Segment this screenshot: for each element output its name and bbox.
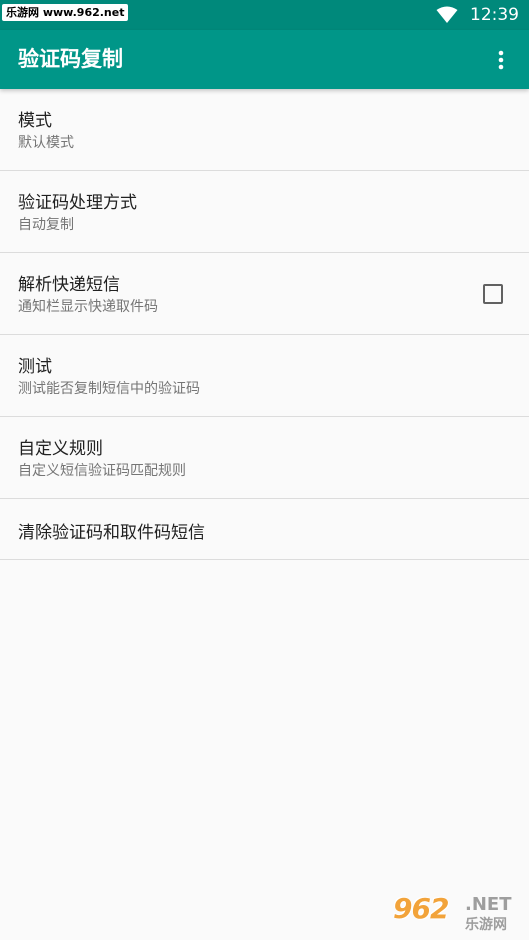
pref-title: 清除验证码和取件码短信 <box>18 523 205 543</box>
pref-title: 模式 <box>18 111 52 131</box>
pref-test[interactable]: 测试 测试能否复制短信中的验证码 <box>0 335 529 417</box>
preference-list: 模式 默认模式 验证码处理方式 自动复制 解析快递短信 通知栏显示快递取件码 测… <box>0 89 529 560</box>
watermark-bottom: 962 .NET 乐游网 <box>393 892 523 933</box>
watermark-top: 乐游网 www.962.net <box>2 4 129 21</box>
app-bar: 验证码复制 <box>0 30 529 89</box>
watermark-suffix: .NET <box>465 894 512 915</box>
pref-title: 解析快递短信 <box>18 275 120 295</box>
app-title: 验证码复制 <box>18 47 123 71</box>
pref-summary: 自动复制 <box>18 217 74 233</box>
pref-title: 测试 <box>18 357 52 377</box>
pref-custom-rules[interactable]: 自定义规则 自定义短信验证码匹配规则 <box>0 417 529 499</box>
pref-clear-sms[interactable]: 清除验证码和取件码短信 <box>0 499 529 560</box>
clock: 12:39 <box>470 5 519 25</box>
pref-summary: 自定义短信验证码匹配规则 <box>18 463 186 479</box>
overflow-menu-button[interactable] <box>481 40 521 80</box>
pref-summary: 测试能否复制短信中的验证码 <box>18 381 200 397</box>
pref-title: 验证码处理方式 <box>18 193 137 213</box>
pref-mode[interactable]: 模式 默认模式 <box>0 89 529 171</box>
wifi-icon <box>436 6 458 23</box>
pref-summary: 通知栏显示快递取件码 <box>18 299 158 315</box>
pref-parse-express-sms[interactable]: 解析快递短信 通知栏显示快递取件码 <box>0 253 529 335</box>
pref-code-handling[interactable]: 验证码处理方式 自动复制 <box>0 171 529 253</box>
pref-summary: 默认模式 <box>18 135 74 151</box>
more-vert-icon <box>498 50 504 70</box>
status-bar: 乐游网 www.962.net 12:39 <box>0 0 529 30</box>
watermark-number: 962 <box>393 892 449 925</box>
parse-express-checkbox[interactable] <box>483 284 503 304</box>
watermark-cn: 乐游网 <box>465 917 507 933</box>
pref-title: 自定义规则 <box>18 439 103 459</box>
